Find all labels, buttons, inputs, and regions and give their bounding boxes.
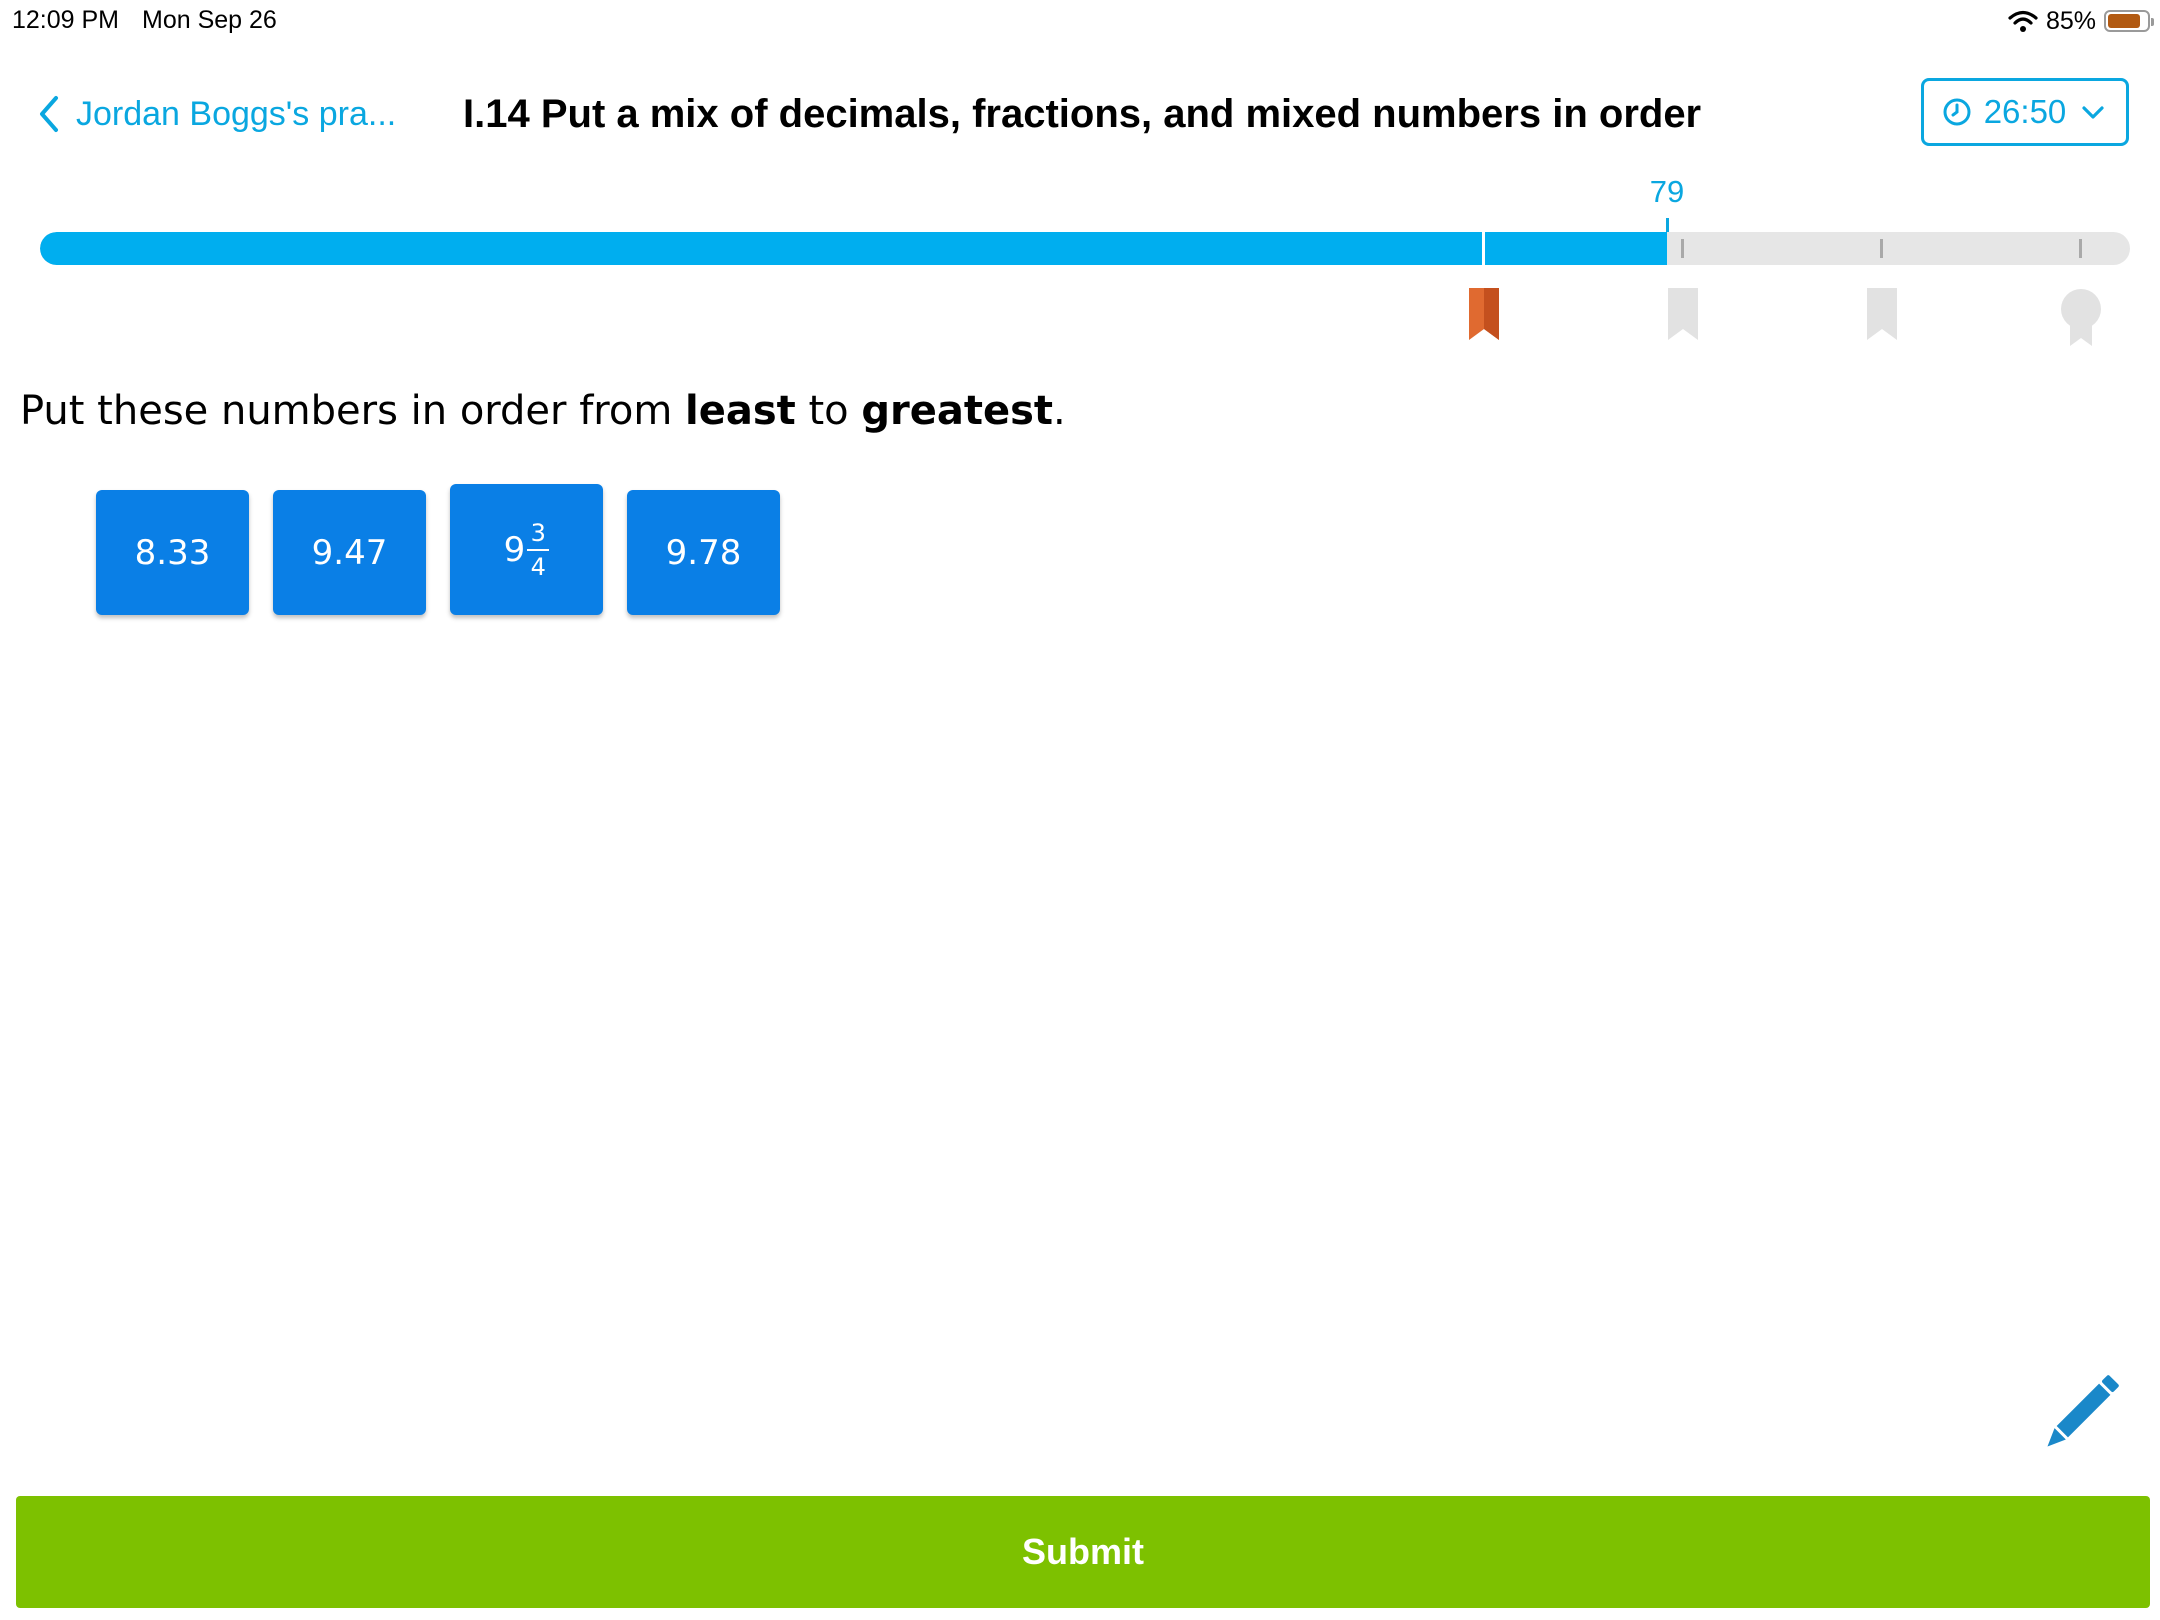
fraction-denominator: 4 xyxy=(530,552,546,581)
bookmark-icon xyxy=(1867,288,1897,340)
wifi-icon xyxy=(2008,10,2038,32)
number-tile[interactable]: 9 3 4 xyxy=(450,484,603,615)
fraction-numerator: 3 xyxy=(530,518,546,547)
bookmark-icon xyxy=(1668,288,1698,340)
bookmark-icon xyxy=(1469,288,1499,340)
submit-button[interactable]: Submit xyxy=(16,1496,2150,1608)
back-button[interactable]: Jordan Boggs's pra... xyxy=(36,90,396,138)
status-date: Mon Sep 26 xyxy=(142,6,277,34)
progress-track xyxy=(40,232,2130,265)
tile-value: 9.47 xyxy=(311,532,388,573)
number-tile[interactable]: 9.47 xyxy=(273,490,426,615)
prompt-greatest: greatest xyxy=(861,388,1054,434)
chevron-left-icon xyxy=(40,96,58,132)
progress-tick xyxy=(1880,239,1883,258)
progress-tick xyxy=(2079,239,2082,258)
battery-percent: 85% xyxy=(2045,6,2096,35)
back-label: Jordan Boggs's pra... xyxy=(76,94,397,133)
prompt-middle: to xyxy=(795,388,862,434)
battery-icon xyxy=(2104,10,2154,32)
tile-value: 9.78 xyxy=(665,532,742,573)
number-tile[interactable]: 8.33 xyxy=(96,490,249,615)
mixed-whole: 9 xyxy=(503,529,526,570)
question-prompt: Put these numbers in order from least to… xyxy=(20,388,1066,434)
clock-icon xyxy=(1943,98,1971,126)
fraction: 3 4 xyxy=(527,518,550,581)
chevron-down-icon xyxy=(2082,106,2104,119)
smartscore-value: 79 xyxy=(1649,174,1685,209)
award-icon xyxy=(2061,289,2101,346)
tile-value: 8.33 xyxy=(134,532,211,573)
pencil-icon[interactable] xyxy=(2030,1364,2130,1464)
battery-level-fill xyxy=(2108,14,2140,28)
status-bar: 12:09 PM Mon Sep 26 85% xyxy=(0,0,2160,40)
prompt-prefix: Put these numbers in order from xyxy=(20,388,685,434)
number-tile[interactable]: 9.78 xyxy=(627,490,780,615)
timer-button[interactable]: 26:50 xyxy=(1921,78,2129,146)
milestone-divider xyxy=(1482,232,1485,265)
progress-fill xyxy=(40,232,1667,265)
prompt-least: least xyxy=(685,388,796,434)
answer-tiles: 8.33 9.47 9 3 4 9.78 xyxy=(96,484,780,615)
prompt-suffix: . xyxy=(1053,388,1066,434)
progress-tick xyxy=(1681,239,1684,258)
battery-tip xyxy=(2151,18,2154,26)
status-time: 12:09 PM xyxy=(12,6,120,34)
mixed-number: 9 3 4 xyxy=(504,521,550,579)
status-right: 85% xyxy=(2008,6,2154,36)
timer-label: 26:50 xyxy=(1983,93,2067,130)
fraction-bar xyxy=(527,548,550,551)
page-title: I.14 Put a mix of decimals, fractions, a… xyxy=(463,92,1702,136)
